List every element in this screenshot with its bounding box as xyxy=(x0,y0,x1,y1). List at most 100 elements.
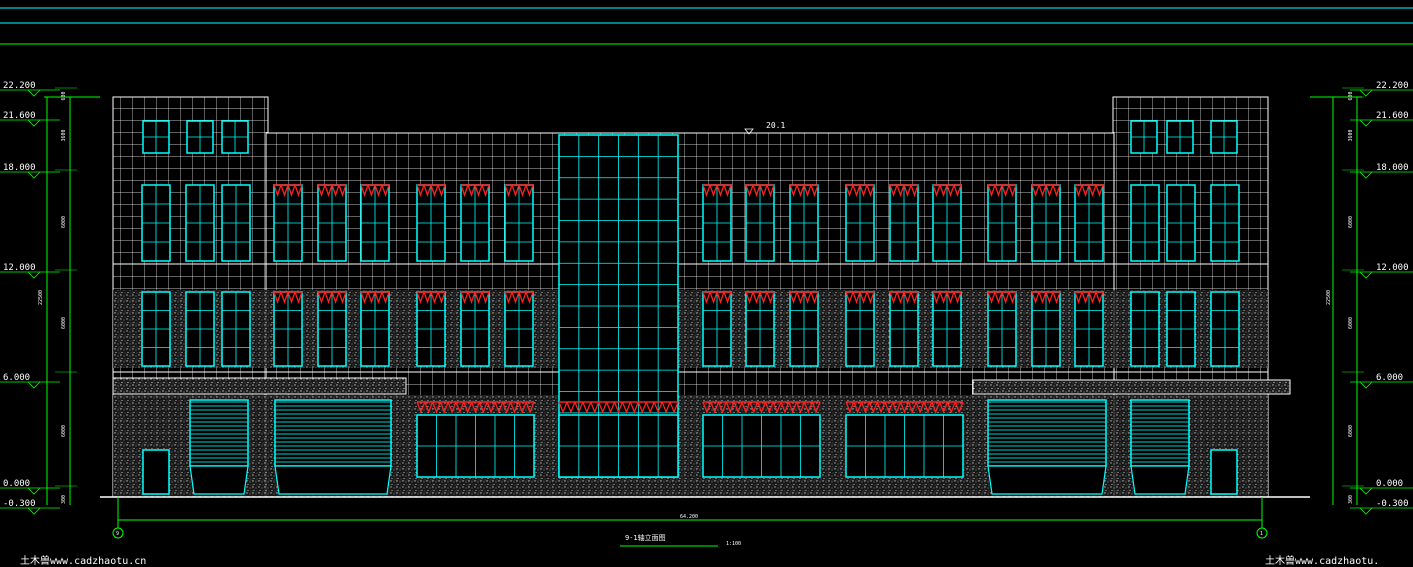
window xyxy=(1210,120,1238,154)
level-value-left: 0.000 xyxy=(3,479,30,489)
roof-mark-label: 20.1 xyxy=(766,121,785,130)
segment-dim: 6000 xyxy=(61,425,67,437)
window xyxy=(1074,184,1104,262)
segment-dim: 6000 xyxy=(1348,216,1354,228)
window xyxy=(789,291,819,367)
watermark-left: 土木兽www.cadzhaotu.cn xyxy=(20,554,146,567)
window xyxy=(1210,449,1238,495)
level-value-left: 12.000 xyxy=(3,263,36,273)
segment-dim: 3600 xyxy=(1348,129,1354,141)
level-value-left: 22.200 xyxy=(3,81,36,91)
window xyxy=(1031,184,1061,262)
window xyxy=(185,184,215,262)
window xyxy=(1130,291,1160,367)
level-mark-left: 6.000 xyxy=(0,373,60,389)
level-mark-right: 22.200 xyxy=(1350,81,1413,97)
window xyxy=(317,291,347,367)
window xyxy=(702,184,732,262)
level-value-right: 6.000 xyxy=(1376,373,1403,383)
window xyxy=(416,414,535,478)
level-value-right: 18.000 xyxy=(1376,163,1409,173)
elevation-drawing: 20.1 22.200 21.600 18.000 12.000 6.000 0.000 -… xyxy=(0,7,1413,567)
window xyxy=(932,184,962,262)
window xyxy=(987,184,1017,262)
window xyxy=(1031,291,1061,367)
top-reference-lines xyxy=(0,7,1413,45)
level-mark-right: 18.000 xyxy=(1350,163,1413,179)
window xyxy=(987,291,1017,367)
window xyxy=(1210,184,1240,262)
level-mark-right: 21.600 xyxy=(1350,111,1413,127)
window xyxy=(1130,184,1160,262)
window xyxy=(1166,291,1196,367)
level-value-left: 21.600 xyxy=(3,111,36,121)
window xyxy=(460,291,490,367)
window xyxy=(1166,184,1196,262)
window xyxy=(221,291,251,367)
drawing-title: 9-1轴立面图 xyxy=(625,533,666,542)
segment-dim: 6000 xyxy=(1348,425,1354,437)
level-mark-right: 0.000 xyxy=(1350,479,1413,495)
dimension-left xyxy=(44,96,100,505)
drawing-title-block: 9-1轴立面图 1:100 xyxy=(620,533,741,547)
segment-dim: 6000 xyxy=(1348,317,1354,329)
window xyxy=(1130,120,1158,154)
total-length-label: 64.200 xyxy=(680,514,698,520)
roller-shutter xyxy=(1130,399,1190,495)
roller-shutter xyxy=(189,399,249,495)
window xyxy=(416,291,446,367)
level-mark-left: 22.200 xyxy=(0,81,60,97)
segment-dim: 6000 xyxy=(61,216,67,228)
watermark-right: 土木兽www.cadzhaotu. xyxy=(1265,554,1379,567)
level-mark-right: 6.000 xyxy=(1350,373,1413,389)
window xyxy=(221,120,249,154)
window xyxy=(845,414,964,478)
window xyxy=(789,184,819,262)
axis-label-right: 1 xyxy=(1260,531,1263,537)
right-total-dim: 22500 xyxy=(1326,290,1332,305)
window xyxy=(504,291,534,367)
window xyxy=(745,291,775,367)
window xyxy=(221,184,251,262)
segment-dim: 300 xyxy=(61,495,67,504)
bottom-dimension: 64.200 9 1 xyxy=(112,497,1268,539)
level-value-right: 21.600 xyxy=(1376,111,1409,121)
window xyxy=(273,291,303,367)
window xyxy=(745,184,775,262)
window xyxy=(932,291,962,367)
canopy-right xyxy=(972,379,1291,395)
segment-dim: 6000 xyxy=(61,317,67,329)
drawing-scale: 1:100 xyxy=(726,541,741,547)
segment-dim: 600 xyxy=(1348,91,1354,100)
window xyxy=(1074,291,1104,367)
segment-dim: 600 xyxy=(61,91,67,100)
level-mark-right: 12.000 xyxy=(1350,263,1413,279)
window xyxy=(141,184,171,262)
window xyxy=(416,184,446,262)
window xyxy=(142,449,170,495)
window xyxy=(142,120,170,154)
axis-label-left: 9 xyxy=(116,531,119,537)
level-mark-left: 12.000 xyxy=(0,263,60,279)
window xyxy=(360,291,390,367)
level-value-left: -0.300 xyxy=(3,499,36,509)
level-value-right: 0.000 xyxy=(1376,479,1403,489)
window xyxy=(845,291,875,367)
dimension-right xyxy=(1310,96,1362,505)
level-mark-left: 18.000 xyxy=(0,163,60,179)
window xyxy=(141,291,171,367)
window xyxy=(889,184,919,262)
canopy-left xyxy=(112,377,407,395)
segment-dim: 300 xyxy=(1348,495,1354,504)
window xyxy=(504,184,534,262)
window xyxy=(845,184,875,262)
window xyxy=(460,184,490,262)
window xyxy=(1166,120,1194,154)
left-total-dim: 22500 xyxy=(38,290,44,305)
roof-mark: 20.1 xyxy=(744,121,785,135)
window xyxy=(317,184,347,262)
roller-shutter xyxy=(274,399,392,495)
segment-dim: 3600 xyxy=(61,129,67,141)
window xyxy=(889,291,919,367)
window xyxy=(558,414,679,478)
